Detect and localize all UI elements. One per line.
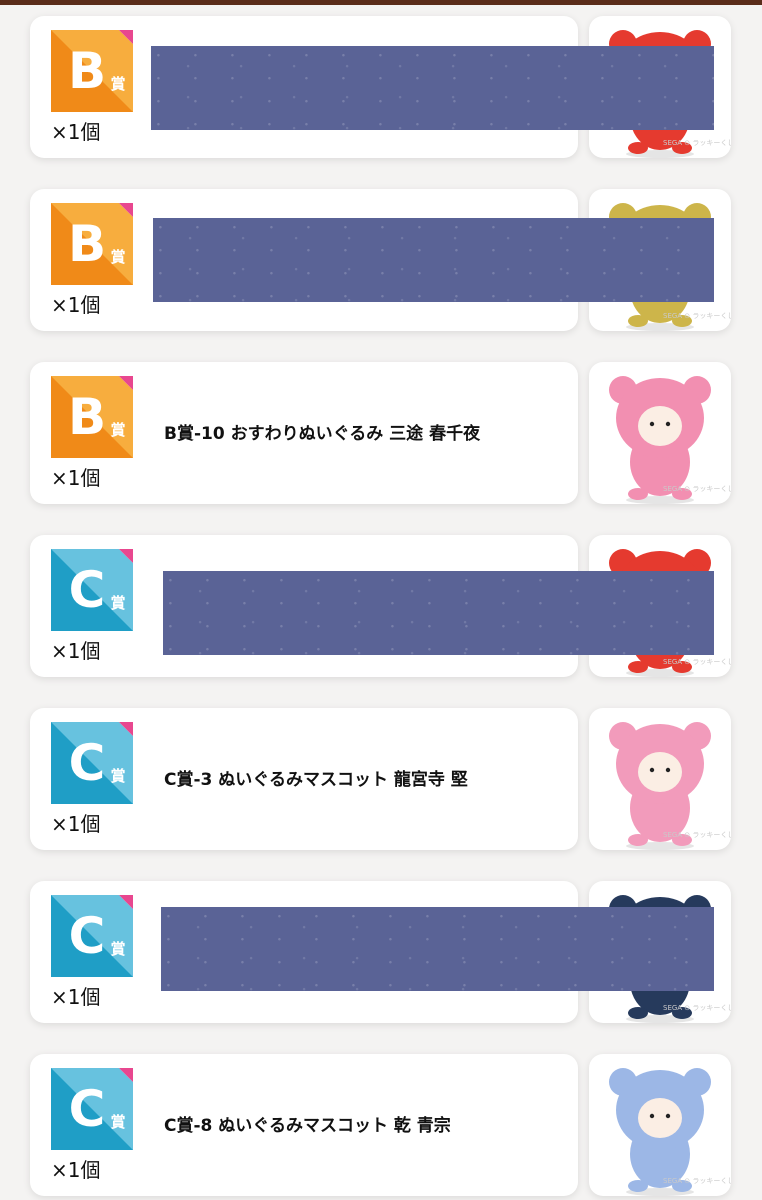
prize-row: B 賞 ×1個 B賞-10 おすわりぬいぐるみ 三途 春千夜 SEGA ⊙ ラッキーくじ	[0, 362, 762, 506]
badge-kanji: 賞	[110, 248, 126, 266]
prize-name: C賞-3 ぬいぐるみマスコット 龍宮寺 堅	[164, 770, 468, 790]
top-bar	[0, 0, 762, 5]
prize-quantity: ×1個	[51, 120, 101, 144]
prize-row: C 賞 ×1個 C賞-8 ぬいぐるみマスコット 乾 青宗 SEGA ⊙ ラッキーくじ	[0, 1054, 762, 1198]
redaction-overlay	[163, 571, 714, 655]
prize-quantity: ×1個	[51, 466, 101, 490]
image-watermark: SEGA ⊙ ラッキーくじ	[663, 312, 731, 320]
badge-kanji: 賞	[110, 767, 126, 785]
prize-rank-badge: B賞	[51, 30, 133, 112]
prize-row: C 賞 ×1個 SEGA ⊙ ラッキーくじ	[0, 535, 762, 679]
badge-letter: C	[68, 734, 106, 792]
badge-letter: B	[67, 388, 107, 446]
image-watermark: SEGA ⊙ ラッキーくじ	[663, 1004, 731, 1012]
badge-kanji: 賞	[110, 421, 126, 439]
prize-row: C 賞 ×1個 SEGA ⊙ ラッキーくじ	[0, 881, 762, 1025]
prize-thumbnail[interactable]: SEGA ⊙ ラッキーくじ	[589, 362, 731, 504]
prize-name: C賞-8 ぬいぐるみマスコット 乾 青宗	[164, 1116, 451, 1136]
image-watermark: SEGA ⊙ ラッキーくじ	[663, 1177, 731, 1185]
badge-letter: B	[67, 42, 107, 100]
prize-row: C 賞 ×1個 C賞-3 ぬいぐるみマスコット 龍宮寺 堅 SEGA ⊙ ラッキーくじ	[0, 708, 762, 852]
prize-card[interactable]: C 賞 ×1個 C賞-8 ぬいぐるみマスコット 乾 青宗	[30, 1054, 578, 1196]
badge-letter: C	[68, 1080, 106, 1138]
prize-rank-badge: B賞	[51, 203, 133, 285]
badge-letter: B	[67, 215, 107, 273]
prize-quantity: ×1個	[51, 293, 101, 317]
image-watermark: SEGA ⊙ ラッキーくじ	[663, 485, 731, 493]
badge-letter: C	[68, 561, 106, 619]
redaction-overlay	[151, 46, 714, 130]
prize-rank-badge: C賞	[51, 549, 133, 631]
badge-kanji: 賞	[110, 594, 126, 612]
prize-quantity: ×1個	[51, 985, 101, 1009]
prize-rank-badge: C賞	[51, 895, 133, 977]
prize-thumbnail[interactable]: SEGA ⊙ ラッキーくじ	[589, 1054, 731, 1196]
prize-rank-badge: B賞	[51, 376, 133, 458]
prize-thumbnail[interactable]: SEGA ⊙ ラッキーくじ	[589, 708, 731, 850]
image-watermark: SEGA ⊙ ラッキーくじ	[663, 658, 731, 666]
prize-card[interactable]: B 賞 ×1個 B賞-10 おすわりぬいぐるみ 三途 春千夜	[30, 362, 578, 504]
badge-kanji: 賞	[110, 75, 126, 93]
badge-kanji: 賞	[110, 940, 126, 958]
image-watermark: SEGA ⊙ ラッキーくじ	[663, 831, 731, 839]
prize-quantity: ×1個	[51, 812, 101, 836]
prize-row: B 賞 ×1個 SEGA ⊙ ラッキーくじ	[0, 189, 762, 333]
prize-quantity: ×1個	[51, 639, 101, 663]
badge-letter: C	[68, 907, 106, 965]
prize-rank-badge: C賞	[51, 1068, 133, 1150]
prize-row: B 賞 ×1個 SEGA ⊙ ラッキーくじ	[0, 16, 762, 160]
prize-quantity: ×1個	[51, 1158, 101, 1182]
redaction-overlay	[153, 218, 714, 302]
prize-name: B賞-10 おすわりぬいぐるみ 三途 春千夜	[164, 424, 481, 444]
prize-rank-badge: C賞	[51, 722, 133, 804]
image-watermark: SEGA ⊙ ラッキーくじ	[663, 139, 731, 147]
badge-kanji: 賞	[110, 1113, 126, 1131]
redaction-overlay	[161, 907, 714, 991]
prize-card[interactable]: C 賞 ×1個 C賞-3 ぬいぐるみマスコット 龍宮寺 堅	[30, 708, 578, 850]
